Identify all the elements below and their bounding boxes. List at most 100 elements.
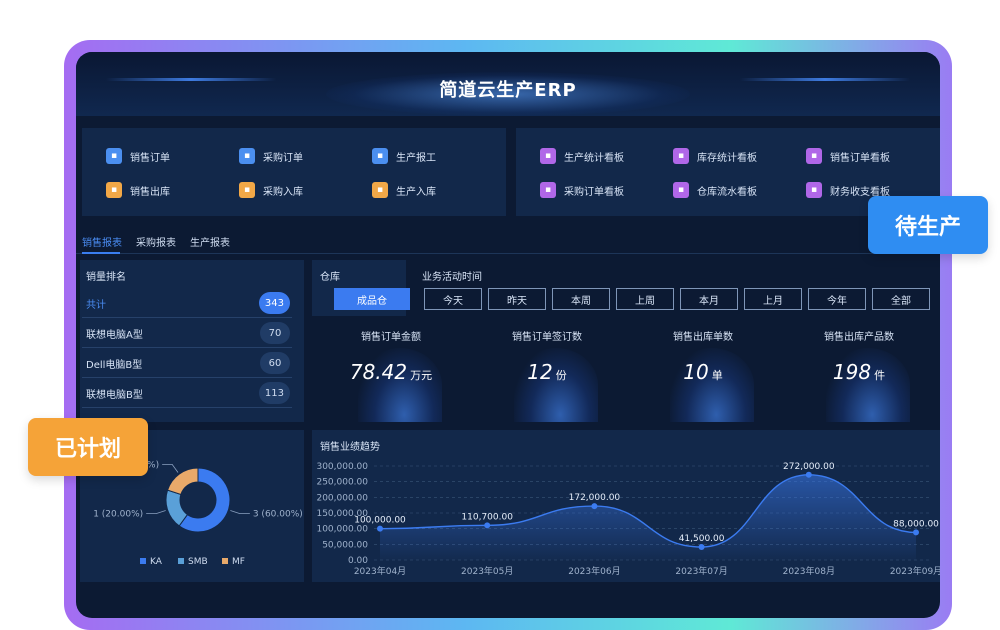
kpi-value-group: 10 单 [626,360,780,384]
dashboard-icon: ▪ [540,148,556,164]
time-filter-option[interactable]: 全部 [872,288,930,310]
box-in-icon: ▪ [372,182,388,198]
form-shortcut[interactable]: ▪ 销售出库 [106,182,170,198]
ranking-title: 销量排名 [86,272,126,283]
y-tick-label: 50,000.00 [322,540,368,550]
trend-data-label: 172,000.00 [569,493,621,503]
sales-trend-chart: 0.0050,000.00100,000.00150,000.00200,000… [316,462,940,577]
trend-point [805,471,812,478]
x-tick-label: 2023年06月 [568,565,620,577]
form-shortcut[interactable]: ▪ 生产入库 [372,182,436,198]
pie-leader-line [146,510,166,514]
legend-label: MF [232,557,245,567]
pie-slice [166,467,199,496]
dashboard-shortcut[interactable]: ▪ 库存统计看板 [673,148,757,164]
kpi-unit: 份 [555,369,567,382]
kpi-value: 78.42 [349,360,408,384]
ranking-row[interactable]: 联想电脑B型 113 [82,378,292,408]
time-filter-option[interactable]: 上月 [744,288,802,310]
warehouse-title: 仓库 [320,272,340,283]
time-filter-option[interactable]: 今年 [808,288,866,310]
kpi-card: 销售出库产品数 198 件 [782,312,936,422]
time-filter-option[interactable]: 上周 [616,288,674,310]
warehouse-select-button[interactable]: 成品仓 [334,288,410,310]
trend-area [380,474,916,560]
shortcut-panel-left [82,128,506,216]
time-filter-option[interactable]: 今天 [424,288,482,310]
y-tick-label: 0.00 [348,556,368,566]
tab-sales-report[interactable]: 销售报表 [82,234,122,249]
device-frame: 简道云生产ERP 销售报表 采购报表 生产报表 销量排名 共计 343 联想电脑… [64,40,952,630]
shortcut-label: 生产入库 [396,186,436,198]
kpi-label: 销售出库产品数 [824,332,894,343]
form-shortcut[interactable]: ▪ 采购订单 [239,148,303,164]
legend-swatch [140,558,146,564]
legend-label: SMB [188,557,208,567]
dashboard-shortcut[interactable]: ▪ 仓库流水看板 [673,182,757,198]
kpi-label: 销售出库单数 [673,332,733,343]
pie-leader-line [162,464,179,473]
trend-data-label: 272,000.00 [783,462,835,472]
report-tabs: 销售报表 采购报表 生产报表 [76,228,940,254]
shortcut-label: 采购入库 [263,186,303,198]
shortcut-label: 生产统计看板 [564,152,624,164]
ranking-row[interactable]: 共计 343 [82,288,292,318]
kpi-value: 10 [683,360,709,384]
kpi-unit: 件 [874,369,886,382]
kpi-label: 销售订单签订数 [512,332,582,343]
cart-icon: ▪ [239,148,255,164]
trend-data-label: 100,000.00 [354,516,406,526]
kpi-card: 销售订单金额 78.42 万元 [314,312,468,422]
ranking-row-count: 343 [258,292,290,314]
dashboard-shortcut[interactable]: ▪ 采购订单看板 [540,182,624,198]
kpi-label: 销售订单金额 [361,332,421,343]
y-tick-label: 200,000.00 [316,493,368,503]
kpi-unit: 单 [711,369,723,382]
ranking-row-count: 70 [260,322,290,344]
chart-icon: ▪ [806,148,822,164]
ranking-row-label: 联想电脑A型 [86,330,143,341]
pie-slice-label: 1 (20.00%) [93,510,143,520]
ranking-row[interactable]: 联想电脑A型 70 [82,318,292,348]
time-filter-option[interactable]: 本周 [552,288,610,310]
dashboard-shortcut[interactable]: ▪ 生产统计看板 [540,148,624,164]
app-title: 简道云生产ERP [439,80,577,101]
kpi-value-group: 12 份 [470,360,624,384]
shortcut-label: 生产报工 [396,152,436,164]
ranking-row-label: Dell电脑B型 [86,360,143,371]
ranking-row-count: 60 [260,352,290,374]
form-shortcut[interactable]: ▪ 销售订单 [106,148,170,164]
pie-slice-label: 3 (60.00%) [253,510,303,520]
ranking-row-count: 113 [258,382,290,404]
kpi-value: 12 [527,360,553,384]
list-icon: ▪ [540,182,556,198]
planned-status-badge: 已计划 [28,418,148,476]
kpi-value: 198 [832,360,872,384]
legend-swatch [178,558,184,564]
kpi-card: 销售出库单数 10 单 [626,312,780,422]
trend-data-label: 88,000.00 [893,519,939,529]
form-shortcut[interactable]: ▪ 采购入库 [239,182,303,198]
time-filter-option[interactable]: 本月 [680,288,738,310]
x-tick-label: 2023年04月 [354,565,406,577]
y-tick-label: 100,000.00 [316,525,368,535]
box-out-icon: ▪ [106,182,122,198]
shortcut-label: 库存统计看板 [697,152,757,164]
cube-icon: ▪ [673,148,689,164]
form-shortcut[interactable]: ▪ 生产报工 [372,148,436,164]
shortcut-label: 销售订单 [130,152,170,164]
x-tick-label: 2023年05月 [461,565,513,577]
kpi-unit: 万元 [410,369,433,382]
ranking-row[interactable]: Dell电脑B型 60 [82,348,292,378]
dashboard-shortcut[interactable]: ▪ 销售订单看板 [806,148,890,164]
time-filter-option[interactable]: 昨天 [488,288,546,310]
dashboard-screen: 简道云生产ERP 销售报表 采购报表 生产报表 销量排名 共计 343 联想电脑… [76,52,940,618]
trend-point [591,503,598,510]
tab-purchase-report[interactable]: 采购报表 [136,234,176,249]
kpi-value-group: 198 件 [782,360,936,384]
ranking-row-label: 联想电脑B型 [86,390,143,401]
trend-data-label: 110,700.00 [461,512,513,522]
box-in-icon: ▪ [239,182,255,198]
tab-production-report[interactable]: 生产报表 [190,234,230,249]
kpi-card: 销售订单签订数 12 份 [470,312,624,422]
